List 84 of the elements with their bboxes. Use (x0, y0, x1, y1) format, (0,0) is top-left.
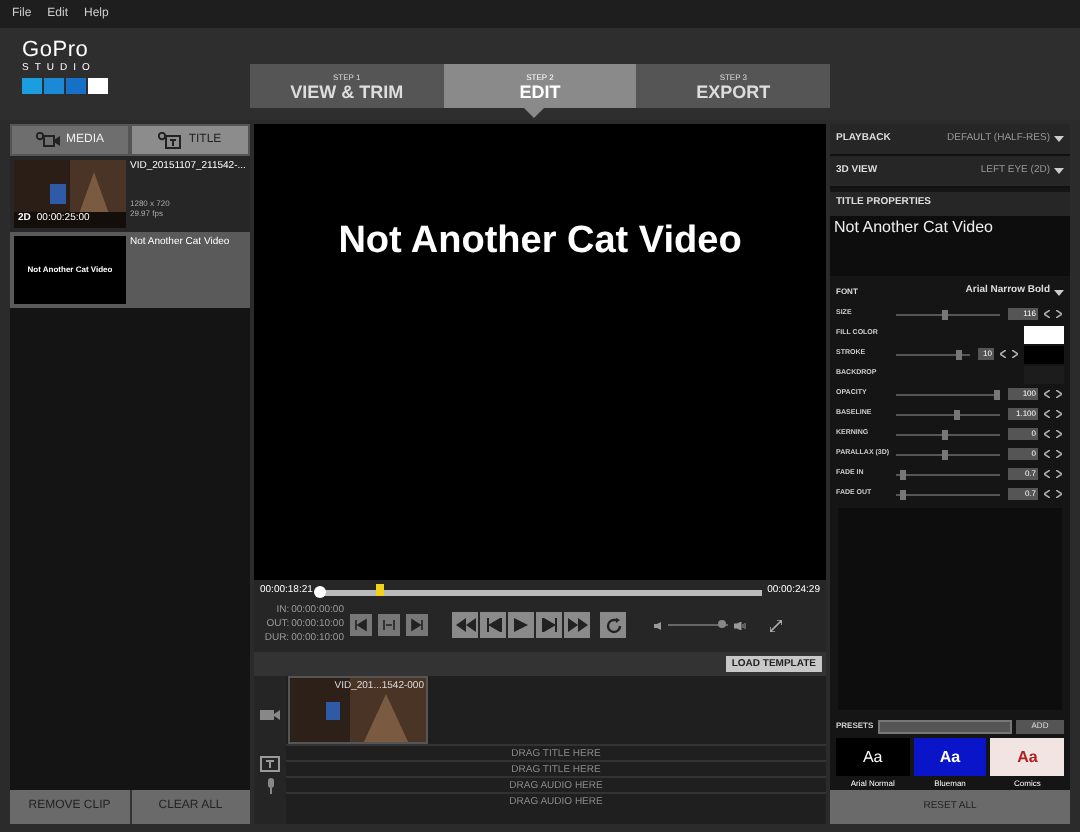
stepper-button[interactable] (1054, 308, 1064, 320)
preset-tile[interactable]: Aa (913, 738, 987, 776)
transport-button[interactable] (452, 612, 478, 638)
step-forward-icon (541, 618, 557, 632)
slider-thumb[interactable] (942, 449, 949, 459)
slider-thumb[interactable] (953, 409, 960, 419)
stepper-button[interactable] (1054, 488, 1064, 500)
preset-tile[interactable]: Aa (836, 738, 910, 776)
fast-forward-icon (567, 618, 587, 632)
left-chevron-icon (1044, 490, 1050, 498)
speaker-low-icon (654, 621, 662, 629)
step-back-icon (485, 618, 501, 632)
slider-thumb[interactable] (994, 389, 1001, 399)
stepper-button[interactable] (1042, 448, 1052, 460)
title-track-icon (260, 756, 280, 772)
stepper-button[interactable] (1042, 428, 1052, 440)
video-track-icon (260, 708, 280, 722)
mark-out-icon (410, 618, 424, 632)
transport-button[interactable] (536, 612, 562, 638)
slider-thumb[interactable] (899, 469, 906, 479)
stepper-button[interactable] (1054, 468, 1064, 480)
stepper-button[interactable] (1054, 388, 1064, 400)
playhead-handle[interactable] (376, 583, 385, 595)
color-swatch[interactable] (1024, 365, 1064, 383)
right-chevron-icon (1056, 490, 1062, 498)
stepper-button[interactable] (1010, 348, 1020, 360)
right-chevron-icon (1012, 350, 1018, 358)
camera-icon (35, 132, 60, 148)
play-icon (514, 618, 528, 632)
left-chevron-icon (1044, 390, 1050, 398)
rewind-icon (455, 618, 475, 632)
stepper-button[interactable] (1042, 408, 1052, 420)
slider-thumb[interactable] (899, 489, 906, 499)
left-chevron-icon (1044, 310, 1050, 318)
stepper-button[interactable] (998, 348, 1008, 360)
stepper-button[interactable] (1042, 308, 1052, 320)
logo-text: GoPro (22, 40, 91, 62)
right-chevron-icon (1056, 450, 1062, 458)
stepper-button[interactable] (1042, 388, 1052, 400)
text-frame-icon (158, 131, 183, 149)
stepper-button[interactable] (1054, 448, 1064, 460)
color-swatch[interactable] (1024, 345, 1064, 363)
title-text-field[interactable]: Not Another Cat Video (830, 216, 1070, 276)
preset-name-field[interactable] (877, 719, 1012, 733)
pointer-icon (523, 108, 544, 118)
logo-squares-icon (22, 78, 110, 94)
trim-button[interactable] (378, 614, 400, 636)
right-chevron-icon (1056, 410, 1062, 418)
slider-thumb[interactable] (942, 429, 949, 439)
start-handle[interactable] (314, 585, 327, 597)
left-chevron-icon (1044, 430, 1050, 438)
slider-thumb[interactable] (955, 349, 962, 359)
right-chevron-icon (1056, 390, 1062, 398)
right-chevron-icon (1056, 430, 1062, 438)
right-chevron-icon (1056, 470, 1062, 478)
stepper-button[interactable] (1042, 488, 1052, 500)
left-chevron-icon (1044, 470, 1050, 478)
left-chevron-icon (1000, 350, 1006, 358)
loop-icon (605, 617, 621, 633)
transport-button[interactable] (508, 612, 534, 638)
fullscreen-icon (770, 619, 782, 631)
speaker-high-icon (734, 621, 746, 629)
mark-in-icon (354, 618, 368, 632)
trim-button[interactable] (406, 614, 428, 636)
dropdown-caret-icon (1054, 168, 1064, 174)
stepper-button[interactable] (1054, 408, 1064, 420)
transport-button[interactable] (564, 612, 590, 638)
trim-button[interactable] (350, 614, 372, 636)
dropdown-caret-icon (1054, 289, 1064, 295)
preset-tile[interactable]: Aa (990, 738, 1065, 776)
transport-button[interactable] (480, 612, 506, 638)
slider-thumb[interactable] (942, 309, 949, 319)
left-chevron-icon (1044, 410, 1050, 418)
loop-button[interactable] (600, 612, 626, 638)
trim-icon (382, 618, 396, 632)
stepper-button[interactable] (1042, 468, 1052, 480)
scrubber-track[interactable] (318, 589, 762, 595)
stepper-button[interactable] (1054, 428, 1064, 440)
microphone-icon (265, 778, 275, 794)
left-chevron-icon (1044, 450, 1050, 458)
color-swatch[interactable] (1024, 325, 1064, 343)
right-chevron-icon (1056, 310, 1062, 318)
dropdown-caret-icon (1054, 136, 1064, 142)
preview-title: Not Another Cat Video (338, 217, 742, 266)
